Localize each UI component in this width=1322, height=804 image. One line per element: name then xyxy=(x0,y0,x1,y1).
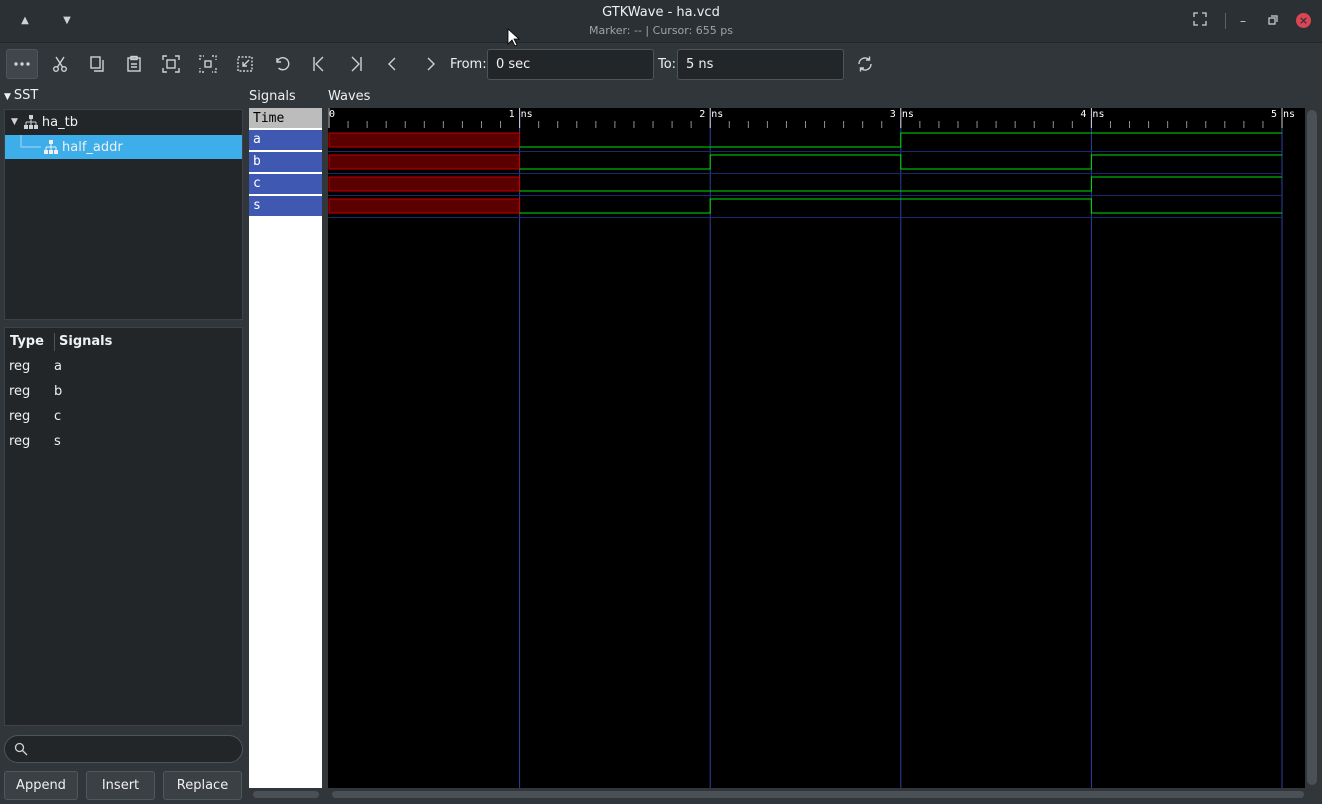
zoom-in-icon xyxy=(199,55,217,73)
ruler-tick-label: 4 ns xyxy=(1080,109,1104,120)
trace-name-b[interactable]: b xyxy=(249,152,322,172)
column-divider xyxy=(54,333,55,351)
fullscreen-icon[interactable] xyxy=(1191,12,1209,30)
signal-name: a xyxy=(54,359,62,374)
hierarchy-icon xyxy=(23,115,38,129)
signal-name: b xyxy=(54,384,63,399)
waveform-canvas[interactable]: 0 1 ns 2 ns 3 ns 4 ns 5 ns xyxy=(328,108,1305,788)
trace-name-a[interactable]: a xyxy=(249,130,322,150)
zoom-fit-icon xyxy=(162,55,180,73)
trace-b-waveform xyxy=(519,154,1282,170)
to-label: To: xyxy=(658,57,677,72)
signal-type: reg xyxy=(9,384,31,399)
waves-horizontal-scrollbar[interactable] xyxy=(332,791,1304,798)
expand-triangle-icon[interactable]: ▼ xyxy=(11,117,18,127)
trace-undefined-region xyxy=(328,154,521,170)
from-time-input[interactable] xyxy=(487,49,654,80)
skip-end-icon xyxy=(351,56,362,72)
ruler-tick-label: 0 xyxy=(329,109,335,120)
column-header-type[interactable]: Type xyxy=(10,334,44,349)
trace-undefined-region xyxy=(328,132,521,148)
cut-button[interactable] xyxy=(44,49,76,79)
chevron-left-icon xyxy=(388,57,396,71)
column-header-signals[interactable]: Signals xyxy=(59,334,112,349)
find-next-edge-button[interactable] xyxy=(414,49,446,79)
signal-name: s xyxy=(54,434,61,449)
trace-name-s[interactable]: s xyxy=(249,196,322,216)
zoom-to-end-button[interactable] xyxy=(340,49,372,79)
find-previous-edge-button[interactable] xyxy=(377,49,409,79)
ruler-tick-label: 3 ns xyxy=(890,109,914,120)
waveform-viewer[interactable]: 0 1 ns 2 ns 3 ns 4 ns 5 ns xyxy=(328,108,1305,788)
reload-button[interactable] xyxy=(849,49,881,79)
copy-icon xyxy=(90,56,104,72)
tree-connector xyxy=(20,135,41,148)
paste-button[interactable] xyxy=(118,49,150,79)
tree-item-label: ha_tb xyxy=(41,114,78,130)
to-time-input[interactable] xyxy=(677,49,844,80)
window-title: GTKWave - ha.vcd xyxy=(602,5,720,20)
copy-button[interactable] xyxy=(81,49,113,79)
undo-icon xyxy=(276,57,290,71)
trace-name-c[interactable]: c xyxy=(249,174,322,194)
signal-list-panel: Type Signals reg a reg b reg c reg s xyxy=(4,327,243,726)
titlebar-divider xyxy=(1225,13,1226,29)
undo-zoom-button[interactable] xyxy=(266,49,298,79)
sst-title: SST xyxy=(13,88,39,103)
zoom-out-button[interactable] xyxy=(229,49,261,79)
trace-undefined-region xyxy=(328,198,521,214)
sst-expander[interactable]: ▼ SST xyxy=(4,88,38,103)
zoom-fit-button[interactable] xyxy=(155,49,187,79)
minimize-icon[interactable]: – xyxy=(1234,12,1252,30)
tree-item-label: half_addr xyxy=(62,139,123,155)
tree-item-ha-tb[interactable]: ▼ ha_tb xyxy=(5,110,242,134)
toolbar: From: To: xyxy=(0,44,1322,86)
restore-icon[interactable] xyxy=(1264,12,1282,30)
close-icon[interactable]: × xyxy=(1296,13,1311,28)
signal-type: reg xyxy=(9,359,31,374)
signal-list-header: Type Signals xyxy=(5,328,242,354)
vertical-scrollbar[interactable] xyxy=(1307,110,1317,785)
signal-type: reg xyxy=(9,434,31,449)
signal-row[interactable]: reg s xyxy=(5,430,242,455)
ruler-tick-label: 5 ns xyxy=(1271,109,1295,120)
zoom-out-icon xyxy=(237,56,253,72)
signal-search-input[interactable] xyxy=(4,735,243,763)
expand-triangle-icon: ▼ xyxy=(4,92,11,102)
signal-row[interactable]: reg b xyxy=(5,380,242,405)
trace-a-waveform xyxy=(519,132,1282,148)
search-icon xyxy=(14,742,28,756)
signals-horizontal-scrollbar[interactable] xyxy=(253,791,319,798)
zoom-in-button[interactable] xyxy=(192,49,224,79)
trace-undefined-region xyxy=(328,176,521,192)
chevron-right-icon xyxy=(427,57,435,71)
ruler-tick-label: 2 ns xyxy=(699,109,723,120)
waves-pane-title: Waves xyxy=(328,89,371,104)
signals-pane-title: Signals xyxy=(249,89,296,104)
signal-row[interactable]: reg c xyxy=(5,405,242,430)
mouse-pointer-icon xyxy=(507,28,521,47)
sst-tree: ▼ ha_tb half_addr xyxy=(4,109,243,320)
signal-type: reg xyxy=(9,409,31,424)
title-bar: ▲ ▼ GTKWave - ha.vcd Marker: -- | Cursor… xyxy=(0,0,1322,43)
from-label: From: xyxy=(450,57,487,72)
replace-button[interactable]: Replace xyxy=(163,771,242,800)
tree-item-half-addr[interactable]: half_addr xyxy=(5,135,242,159)
time-label: Time xyxy=(249,108,322,128)
zoom-to-start-button[interactable] xyxy=(303,49,335,79)
window-subtitle: Marker: -- | Cursor: 655 ps xyxy=(588,24,734,37)
more-options-button[interactable] xyxy=(6,49,38,79)
insert-button[interactable]: Insert xyxy=(86,771,155,800)
signal-name: c xyxy=(54,409,62,424)
hierarchy-icon xyxy=(44,140,58,154)
append-button[interactable]: Append xyxy=(4,771,78,800)
signal-names-pane: Time a b c s xyxy=(249,108,322,788)
signal-row[interactable]: reg a xyxy=(5,355,242,380)
paste-icon xyxy=(127,55,141,72)
reload-icon xyxy=(858,56,872,72)
cut-icon xyxy=(53,56,67,72)
skip-start-icon xyxy=(313,56,324,72)
ruler-tick-label: 1 ns xyxy=(509,109,533,120)
